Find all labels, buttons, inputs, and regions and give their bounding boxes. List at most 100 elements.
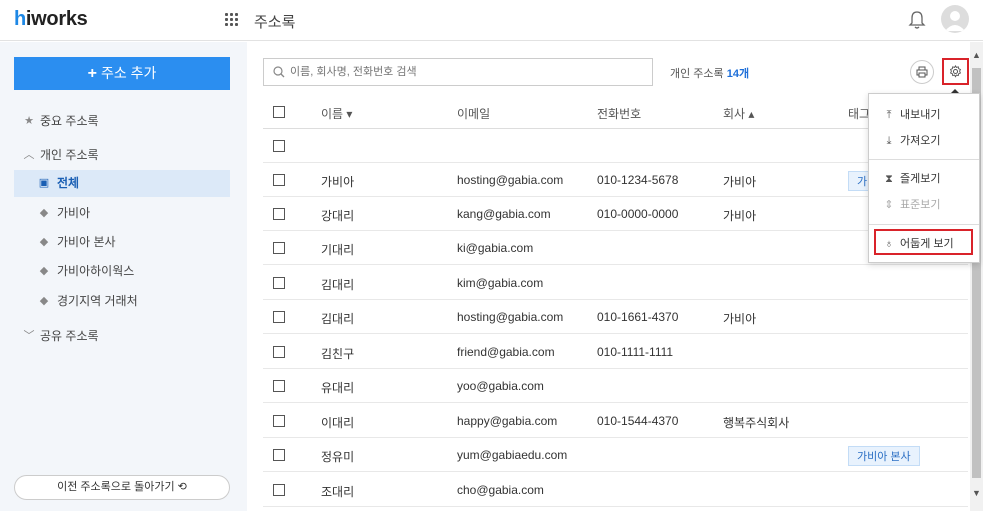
contact-name: 정유미 <box>321 450 355 464</box>
sidebar-item-shared[interactable]: ﹀ 공유 주소록 <box>14 323 230 350</box>
select-all-checkbox[interactable] <box>273 106 285 118</box>
menu-item-fun-view[interactable]: ⧗ 즐게보기 <box>869 166 979 192</box>
contact-name: 김친구 <box>321 347 355 361</box>
contact-company: 가비아 <box>723 312 757 326</box>
sidebar-item-gabia[interactable]: ◆ 가비아 <box>14 200 230 227</box>
sidebar: + 주소 추가 ★ 중요 주소록 ︿ 개인 주소록 ▣ 전체 ◆ 가비아 ◆ 가비… <box>0 42 247 511</box>
compact-view-icon: ⧗ <box>885 173 893 185</box>
tag-icon: ◆ <box>39 295 49 307</box>
table-header: 이름 ▾ 이메일 전화번호 회사 ▴ 태그 <box>263 95 968 129</box>
contact-name: 기대리 <box>321 243 355 257</box>
contact-email: cho@gabia.com <box>457 483 544 497</box>
contact-email: happy@gabia.com <box>457 414 558 428</box>
chevron-down-icon: ﹀ <box>23 330 35 342</box>
sidebar-item-all[interactable]: ▣ 전체 <box>14 170 230 197</box>
menu-divider <box>869 159 979 160</box>
row-checkbox[interactable] <box>273 346 285 358</box>
contact-email: ki@gabia.com <box>457 241 534 255</box>
tag-icon: ◆ <box>39 265 49 277</box>
sidebar-item-important[interactable]: ★ 중요 주소록 <box>14 108 230 135</box>
contact-name: 이대리 <box>321 416 355 430</box>
scroll-down-arrow-icon[interactable]: ▼ <box>972 488 981 498</box>
column-header-phone[interactable]: 전화번호 <box>597 105 641 122</box>
table-row[interactable]: 정유미 yum@gabiaedu.com 가비아 본사 <box>263 438 968 472</box>
contact-email: hosting@gabia.com <box>457 173 564 187</box>
row-checkbox[interactable] <box>273 484 285 496</box>
apps-grid-icon[interactable] <box>225 13 238 26</box>
row-checkbox[interactable] <box>273 242 285 254</box>
table-row[interactable]: 기대리 ki@gabia.com <box>263 231 968 265</box>
bell-icon[interactable] <box>907 9 927 31</box>
menu-item-standard-view[interactable]: ⇕ 표준보기 <box>869 192 979 218</box>
contact-email: hosting@gabia.com <box>457 310 564 324</box>
menu-item-import[interactable]: ⤓ 가져오기 <box>869 128 979 154</box>
table-row[interactable]: 유대리 yoo@gabia.com <box>263 369 968 403</box>
table-row[interactable] <box>263 129 968 163</box>
gear-icon <box>949 65 962 78</box>
column-header-tag[interactable]: 태그 <box>848 105 870 122</box>
row-checkbox[interactable] <box>273 140 285 152</box>
contact-tag: 가비아 본사 <box>848 446 920 466</box>
table-row[interactable]: 김대리 hosting@gabia.com 010-1661-4370 가비아 <box>263 300 968 334</box>
table-row[interactable]: 이대리 happy@gabia.com 010-1544-4370 행복주식회사 <box>263 404 968 438</box>
table-row[interactable]: 강대리 kang@gabia.com 010-0000-0000 가비아 <box>263 197 968 231</box>
contact-company: 가비아 <box>723 175 757 189</box>
sidebar-item-personal[interactable]: ︿ 개인 주소록 <box>14 142 230 169</box>
row-checkbox[interactable] <box>273 311 285 323</box>
contact-email: friend@gabia.com <box>457 345 555 359</box>
tag-badge[interactable]: 가비아 본사 <box>848 446 920 466</box>
contact-count: 개인 주소록 14개 <box>670 68 750 80</box>
contact-name: 김대리 <box>321 278 355 292</box>
app-header: hiworks 주소록 <box>0 0 983 41</box>
contact-company: 행복주식회사 <box>723 416 790 430</box>
add-contact-button[interactable]: + 주소 추가 <box>14 57 230 90</box>
row-checkbox[interactable] <box>273 277 285 289</box>
contact-company: 가비아 <box>723 209 757 223</box>
contact-phone: 010-1111-1111 <box>597 345 674 359</box>
contact-email: kim@gabia.com <box>457 276 544 290</box>
app-title: 주소록 <box>254 14 296 31</box>
row-checkbox[interactable] <box>273 449 285 461</box>
search-input[interactable] <box>290 63 645 81</box>
contact-card-icon: ▣ <box>38 177 50 189</box>
star-icon: ★ <box>24 115 34 127</box>
row-checkbox[interactable] <box>273 208 285 220</box>
table-row[interactable]: 김친구 friend@gabia.com 010-1111-1111 <box>263 335 968 369</box>
standard-view-icon: ⇕ <box>884 199 894 211</box>
back-to-old-addressbook-button[interactable]: 이전 주소록으로 돌아가기 ⟲ <box>14 475 230 500</box>
menu-item-export[interactable]: ⤒ 내보내기 <box>869 102 979 128</box>
table-row[interactable]: 가비아 hosting@gabia.com 010-1234-5678 가비아 … <box>263 163 968 197</box>
import-icon: ⤓ <box>886 135 892 147</box>
contact-name: 김대리 <box>321 312 355 326</box>
contact-email: yoo@gabia.com <box>457 379 544 393</box>
column-header-company[interactable]: 회사 ▴ <box>723 105 754 122</box>
chevron-up-icon: ︿ <box>23 149 35 161</box>
column-header-email[interactable]: 이메일 <box>457 105 490 122</box>
contact-phone: 010-1661-4370 <box>597 310 679 324</box>
search-icon <box>273 66 285 78</box>
scroll-up-arrow-icon[interactable]: ▲ <box>972 50 981 60</box>
sidebar-item-gabia-hq[interactable]: ◆ 가비아 본사 <box>14 229 230 256</box>
contact-phone: 010-1544-4370 <box>597 414 679 428</box>
contact-email: kang@gabia.com <box>457 207 551 221</box>
print-button[interactable] <box>910 60 934 84</box>
settings-dropdown-menu: ⤒ 내보내기 ⤓ 가져오기 ⧗ 즐게보기 ⇕ 표준보기 ♁ 어둡게 보기 <box>868 93 980 263</box>
row-checkbox[interactable] <box>273 415 285 427</box>
table-row[interactable]: 김대리 kim@gabia.com <box>263 266 968 300</box>
contact-phone: 010-0000-0000 <box>597 207 679 221</box>
column-header-name[interactable]: 이름 ▾ <box>321 105 352 122</box>
sidebar-item-gabia-hiworks[interactable]: ◆ 가비아하이웍스 <box>14 258 230 285</box>
user-avatar[interactable] <box>941 5 969 33</box>
menu-item-dark-view[interactable]: ♁ 어둡게 보기 <box>874 229 973 255</box>
table-row[interactable]: 조대리 cho@gabia.com <box>263 473 968 507</box>
lightbulb-icon: ♁ <box>884 238 894 250</box>
hiworks-logo[interactable]: hiworks <box>14 8 88 31</box>
plus-icon: + <box>87 65 97 82</box>
contact-phone: 010-1234-5678 <box>597 173 679 187</box>
sidebar-item-gyeonggi[interactable]: ◆ 경기지역 거래처 <box>14 288 230 315</box>
search-box[interactable] <box>263 58 653 86</box>
row-checkbox[interactable] <box>273 380 285 392</box>
contact-name: 가비아 <box>321 175 355 189</box>
settings-button[interactable] <box>942 58 969 85</box>
row-checkbox[interactable] <box>273 174 285 186</box>
